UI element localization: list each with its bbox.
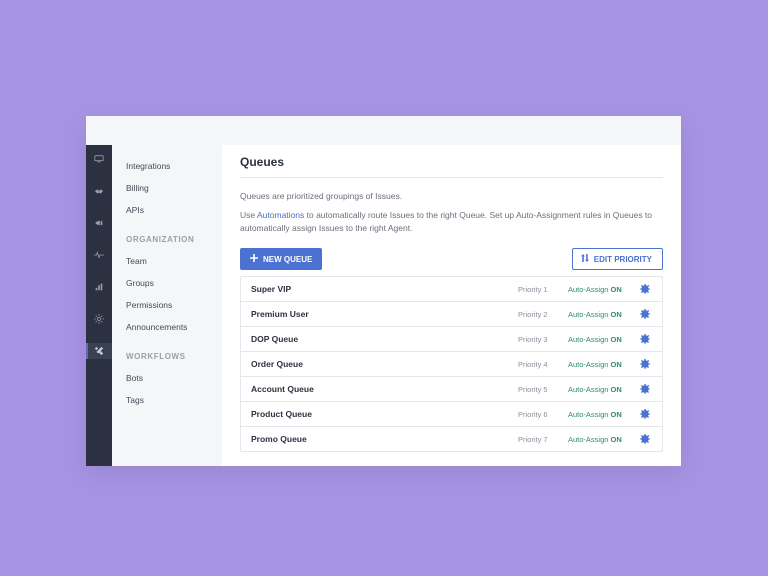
queue-priority: Priority 5: [518, 385, 568, 394]
sidebar-item[interactable]: Team: [112, 250, 222, 272]
queue-settings-button[interactable]: [638, 284, 652, 294]
nav-rail: [86, 145, 112, 466]
queue-row[interactable]: DOP QueuePriority 3Auto-Assign ON: [241, 326, 662, 351]
queue-name: DOP Queue: [251, 334, 518, 344]
intro-line-2: Use Automations to automatically route I…: [240, 209, 663, 235]
sidebar-item[interactable]: Bots: [112, 367, 222, 389]
queue-name: Order Queue: [251, 359, 518, 369]
queue-priority: Priority 7: [518, 435, 568, 444]
queue-auto-assign: Auto-Assign ON: [568, 385, 638, 394]
queue-auto-assign: Auto-Assign ON: [568, 360, 638, 369]
rail-monitor-icon[interactable]: [86, 151, 112, 167]
sidebar-item[interactable]: Announcements: [112, 316, 222, 338]
queue-auto-assign: Auto-Assign ON: [568, 285, 638, 294]
queue-name: Promo Queue: [251, 434, 518, 444]
intro-text: Use: [240, 210, 257, 220]
queue-auto-assign: Auto-Assign ON: [568, 435, 638, 444]
queue-name: Premium User: [251, 309, 518, 319]
sort-icon: [581, 254, 589, 264]
rail-handshake-icon[interactable]: [86, 183, 112, 199]
queue-row[interactable]: Product QueuePriority 6Auto-Assign ON: [241, 401, 662, 426]
sidebar-heading-organization: ORGANIZATION: [112, 221, 222, 250]
queue-auto-assign: Auto-Assign ON: [568, 335, 638, 344]
main-content: Queues Queues are prioritized groupings …: [222, 145, 681, 466]
sidebar-item[interactable]: APIs: [112, 199, 222, 221]
queue-settings-button[interactable]: [638, 409, 652, 419]
queue-row[interactable]: Super VIPPriority 1Auto-Assign ON: [241, 277, 662, 301]
queue-settings-button[interactable]: [638, 384, 652, 394]
sidebar-item[interactable]: Groups: [112, 272, 222, 294]
queue-priority: Priority 2: [518, 310, 568, 319]
queue-auto-assign: Auto-Assign ON: [568, 410, 638, 419]
queue-priority: Priority 3: [518, 335, 568, 344]
sidebar-item[interactable]: Permissions: [112, 294, 222, 316]
queue-row[interactable]: Promo QueuePriority 7Auto-Assign ON: [241, 426, 662, 451]
edit-priority-button[interactable]: EDIT PRIORITY: [572, 248, 663, 270]
queue-priority: Priority 1: [518, 285, 568, 294]
rail-pulse-icon[interactable]: [86, 247, 112, 263]
plus-icon: [250, 254, 258, 264]
sidebar-item[interactable]: Billing: [112, 177, 222, 199]
queue-row[interactable]: Premium UserPriority 2Auto-Assign ON: [241, 301, 662, 326]
queue-settings-button[interactable]: [638, 334, 652, 344]
queue-settings-button[interactable]: [638, 434, 652, 444]
sidebar-item[interactable]: Tags: [112, 389, 222, 411]
sidebar: IntegrationsBillingAPIs ORGANIZATION Tea…: [112, 145, 222, 466]
intro-line-1: Queues are prioritized groupings of Issu…: [240, 190, 663, 203]
queue-name: Account Queue: [251, 384, 518, 394]
queues-table: Super VIPPriority 1Auto-Assign ONPremium…: [240, 276, 663, 452]
queue-settings-button[interactable]: [638, 359, 652, 369]
queue-priority: Priority 6: [518, 410, 568, 419]
toolbar: NEW QUEUE EDIT PRIORITY: [240, 248, 663, 270]
queue-row[interactable]: Account QueuePriority 5Auto-Assign ON: [241, 376, 662, 401]
queue-name: Product Queue: [251, 409, 518, 419]
rail-gear-icon[interactable]: [86, 311, 112, 327]
top-bar: [86, 116, 681, 145]
automations-link[interactable]: Automations: [257, 210, 304, 220]
queue-auto-assign: Auto-Assign ON: [568, 310, 638, 319]
rail-bars-icon[interactable]: [86, 279, 112, 295]
edit-priority-label: EDIT PRIORITY: [594, 255, 652, 264]
app-window: IntegrationsBillingAPIs ORGANIZATION Tea…: [86, 116, 681, 466]
queue-settings-button[interactable]: [638, 309, 652, 319]
rail-megaphone-icon[interactable]: [86, 215, 112, 231]
queue-name: Super VIP: [251, 284, 518, 294]
rail-tools-icon[interactable]: [86, 343, 112, 359]
new-queue-label: NEW QUEUE: [263, 255, 312, 264]
sidebar-heading-workflows: WORKFLOWS: [112, 338, 222, 367]
new-queue-button[interactable]: NEW QUEUE: [240, 248, 322, 270]
divider: [240, 177, 663, 178]
queue-row[interactable]: Order QueuePriority 4Auto-Assign ON: [241, 351, 662, 376]
sidebar-item[interactable]: Integrations: [112, 155, 222, 177]
queue-priority: Priority 4: [518, 360, 568, 369]
page-title: Queues: [240, 155, 663, 177]
